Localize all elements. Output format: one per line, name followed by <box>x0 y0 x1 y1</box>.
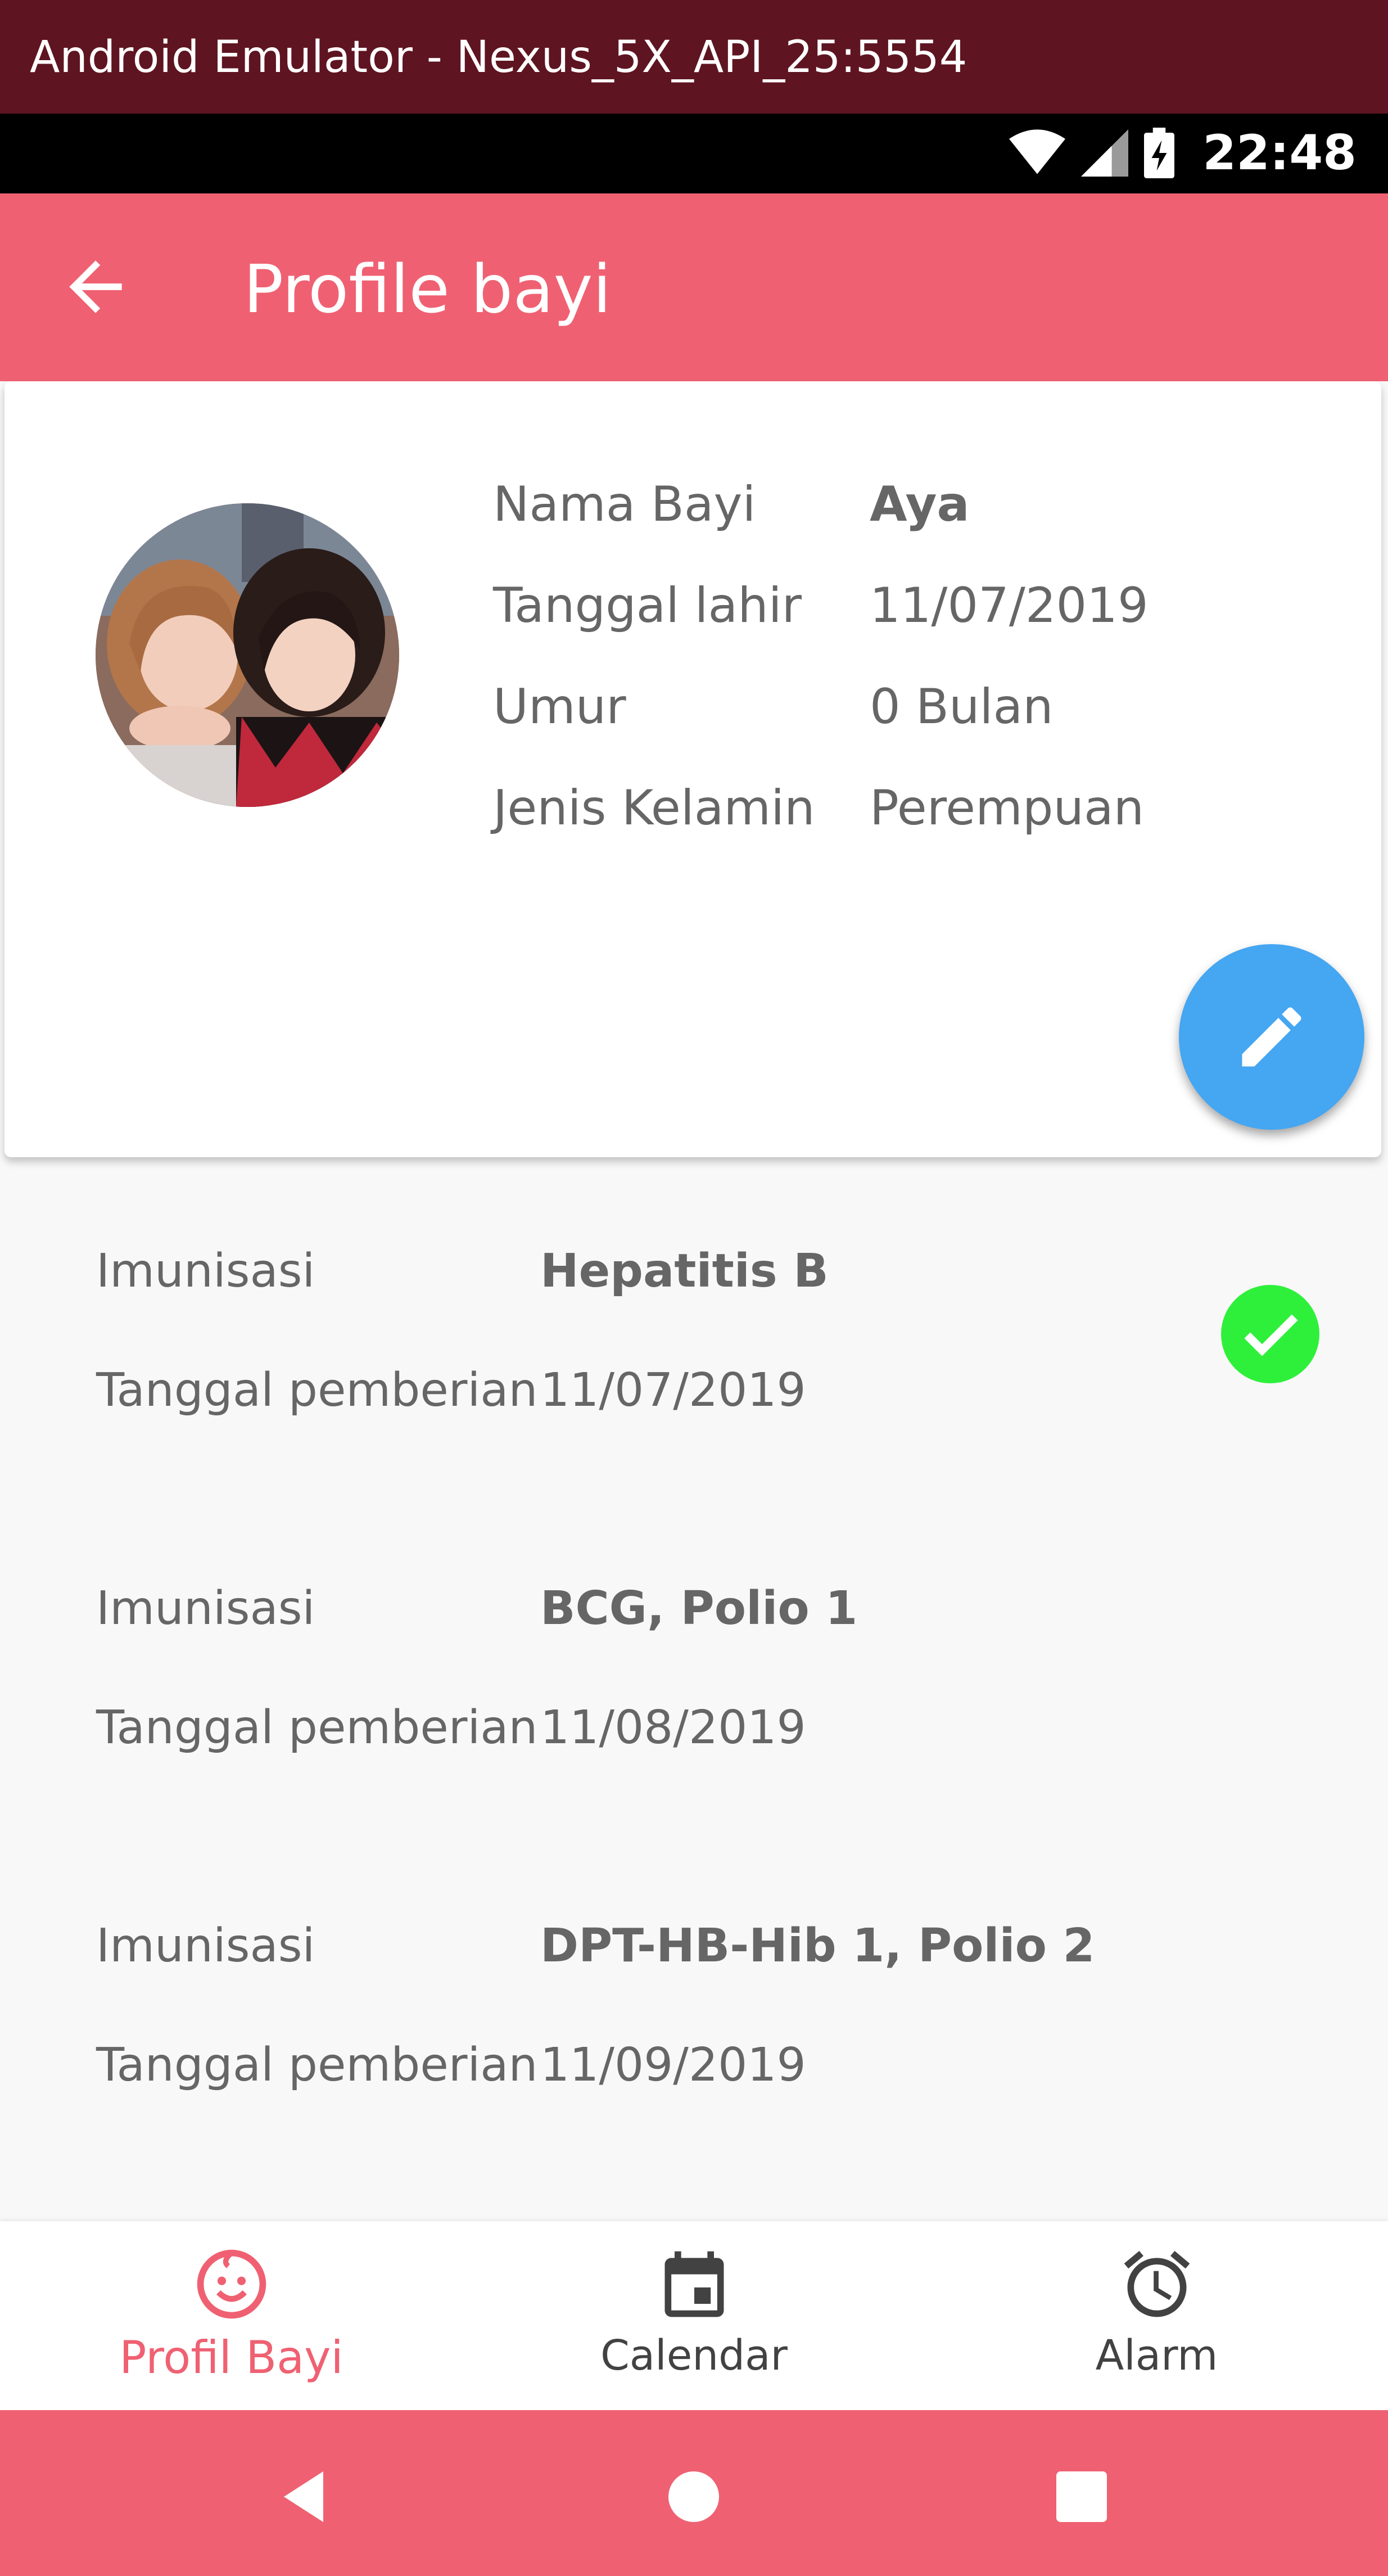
immunization-date-row: Tanggal pemberian 11/07/2019 <box>96 1359 806 1421</box>
immunization-name-row: Imunisasi DPT-HB-Hib 1, Polio 2 <box>96 1915 1095 1977</box>
info-row-jenis-kelamin: Jenis Kelamin Perempuan <box>493 777 1144 839</box>
immunization-name: Hepatitis B <box>540 1244 829 1298</box>
immunization-date: 11/07/2019 <box>540 1363 806 1417</box>
baby-face-icon <box>197 2249 266 2319</box>
app-toolbar <box>0 193 1388 381</box>
wifi-icon <box>1009 129 1066 174</box>
immunization-label: Imunisasi <box>96 1919 315 1973</box>
edit-profile-button[interactable] <box>1179 944 1364 1130</box>
arrow-back-icon <box>69 260 122 313</box>
baby-name-value: Aya <box>870 476 970 533</box>
system-home-icon[interactable] <box>660 2463 727 2530</box>
info-label: Umur <box>493 679 626 735</box>
status-bar: 22:48 <box>0 114 1388 193</box>
signal-icon <box>1081 129 1129 177</box>
calendar-icon <box>664 2251 724 2317</box>
window-title: Android Emulator - Nexus_5X_API_25:5554 <box>30 32 967 83</box>
immunization-date: 11/08/2019 <box>540 1700 806 1754</box>
birth-date-value: 11/07/2019 <box>870 578 1149 634</box>
info-row-tanggal-lahir: Tanggal lahir 11/07/2019 <box>493 575 1149 637</box>
bottom-navigation: Profil Bayi Calendar Alarm <box>0 2221 1388 2410</box>
battery-charging-icon <box>1144 128 1175 178</box>
info-row-umur: Umur 0 Bulan <box>493 676 1054 738</box>
age-value: 0 Bulan <box>870 679 1054 735</box>
immunization-done-badge <box>1221 1285 1319 1383</box>
immunization-date-row: Tanggal pemberian 11/09/2019 <box>96 2034 806 2096</box>
immunization-date-label: Tanggal pemberian <box>96 1363 538 1417</box>
alarm-clock-icon <box>1124 2250 1190 2317</box>
emulator-window-bar: Android Emulator - Nexus_5X_API_25:5554 <box>0 0 1388 114</box>
status-icons: 22:48 <box>1009 125 1357 181</box>
page-title: Profile bayi <box>243 250 612 328</box>
immunization-name: BCG, Polio 1 <box>540 1581 858 1635</box>
immunization-date-label: Tanggal pemberian <box>96 2038 538 2092</box>
immunization-label: Imunisasi <box>96 1244 315 1298</box>
info-label: Tanggal lahir <box>493 578 802 634</box>
info-row-nama: Nama Bayi Aya <box>493 473 970 535</box>
pencil-icon <box>1242 1007 1301 1067</box>
status-time: 22:48 <box>1202 125 1357 181</box>
immunization-name: DPT-HB-Hib 1, Polio 2 <box>540 1919 1095 1973</box>
info-label: Nama Bayi <box>493 476 756 533</box>
immunization-date-row: Tanggal pemberian 11/08/2019 <box>96 1697 806 1758</box>
nav-label: Calendar <box>600 2331 788 2380</box>
nav-label: Profil Bayi <box>119 2331 343 2384</box>
immunization-date: 11/09/2019 <box>540 2038 806 2092</box>
info-label: Jenis Kelamin <box>493 780 815 836</box>
immunization-name-row: Imunisasi BCG, Polio 1 <box>96 1577 857 1639</box>
system-recents-icon[interactable] <box>1048 2463 1115 2530</box>
nav-label: Alarm <box>1095 2331 1218 2380</box>
system-back-icon[interactable] <box>270 2463 337 2530</box>
checkmark-icon <box>1244 1314 1298 1356</box>
immunization-date-label: Tanggal pemberian <box>96 1700 538 1754</box>
nav-item-profil-bayi[interactable]: Profil Bayi <box>0 2221 463 2410</box>
back-button[interactable] <box>56 247 135 326</box>
nav-item-alarm[interactable]: Alarm <box>925 2221 1388 2410</box>
baby-avatar <box>96 503 399 807</box>
immunization-label: Imunisasi <box>96 1581 315 1635</box>
immunization-name-row: Imunisasi Hepatitis B <box>96 1240 829 1302</box>
gender-value: Perempuan <box>870 780 1145 836</box>
nav-item-calendar[interactable]: Calendar <box>463 2221 925 2410</box>
